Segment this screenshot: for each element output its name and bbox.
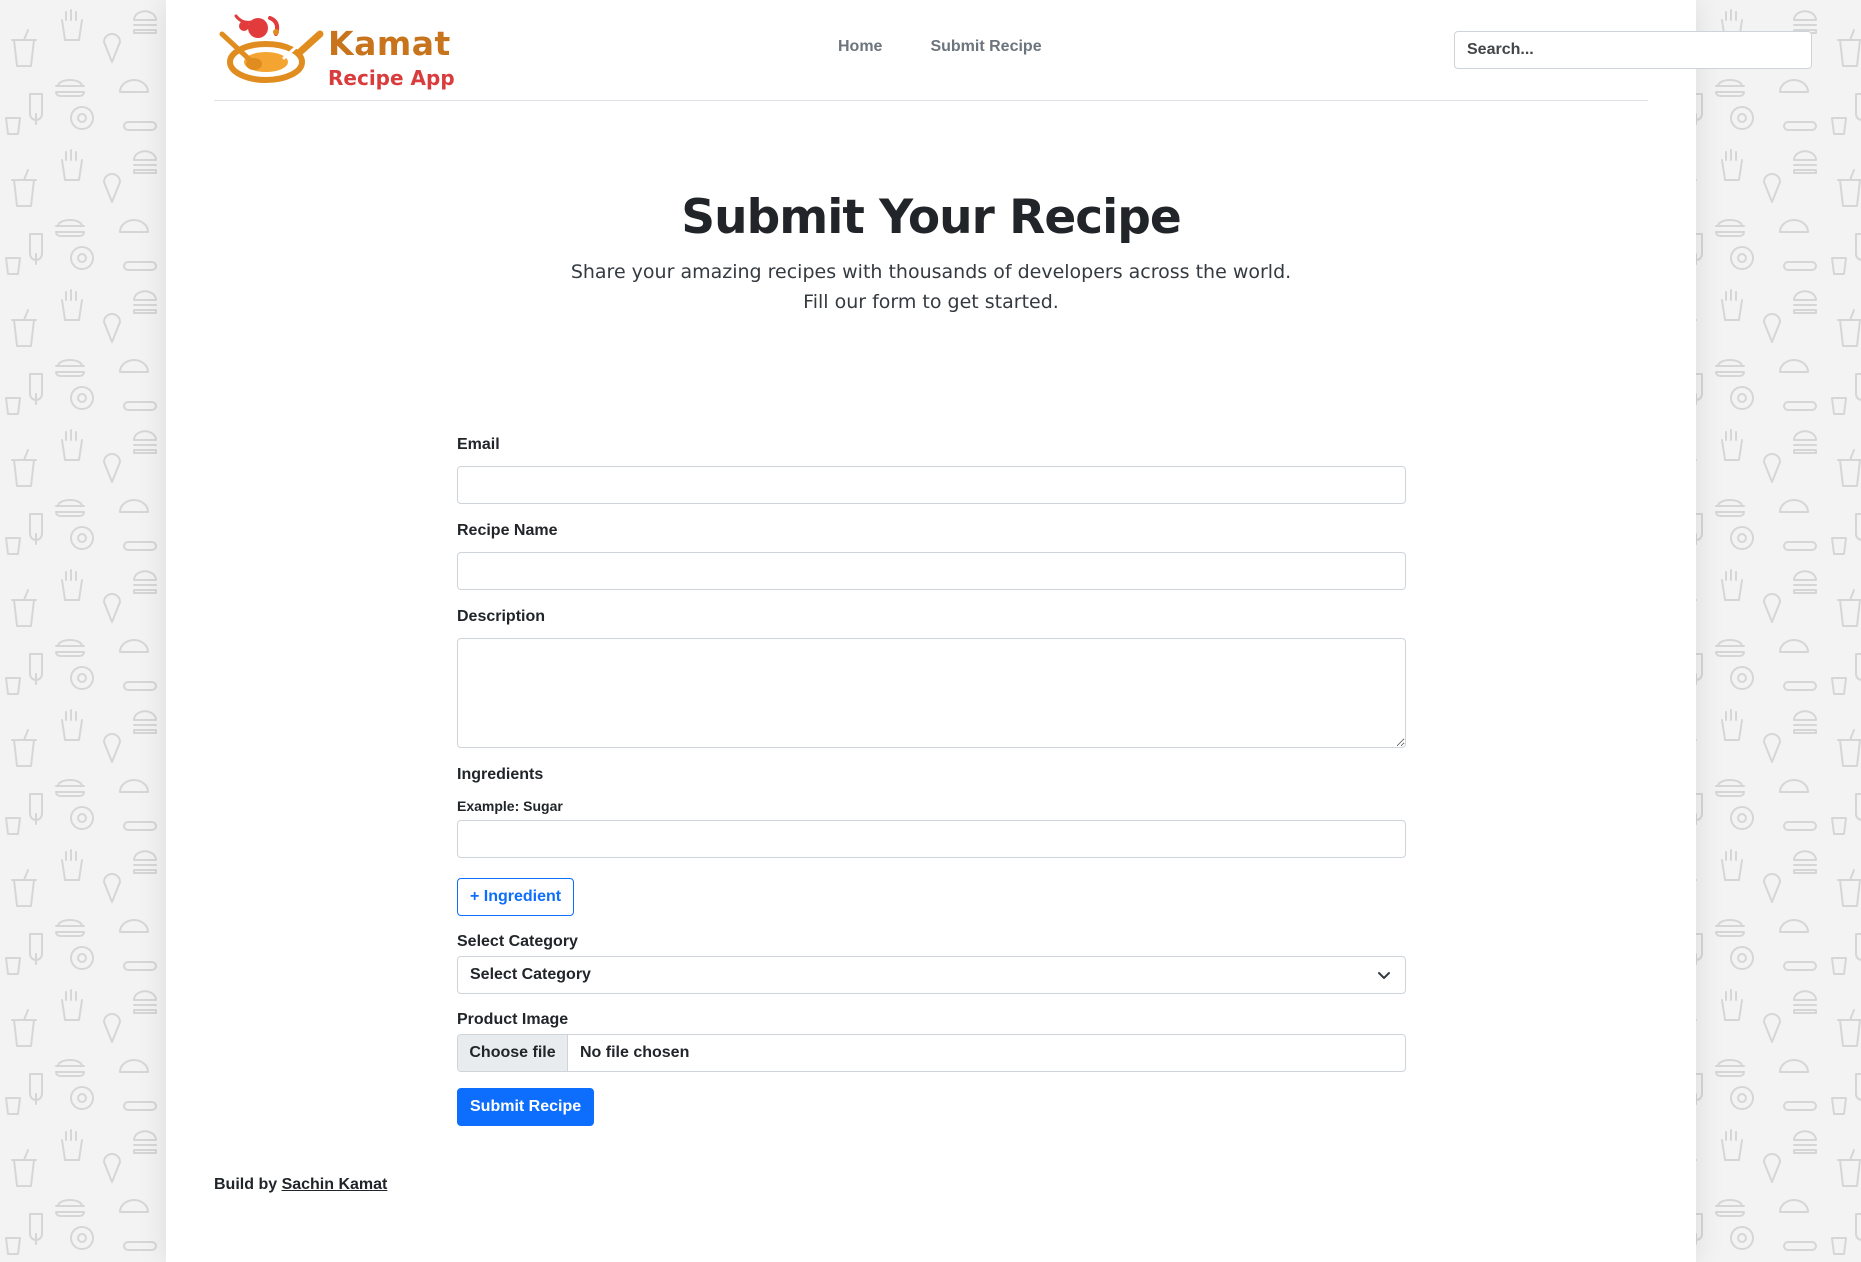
file-status-text: No file chosen: [580, 1044, 690, 1061]
page-container: Kamat Recipe App Home Submit Recipe Subm…: [166, 0, 1812, 1262]
hero-line-2: Fill our form to get started.: [803, 291, 1059, 313]
nav-submit-recipe-link[interactable]: Submit Recipe: [930, 38, 1041, 56]
product-image-label: Product Image: [457, 1011, 569, 1028]
email-label: Email: [457, 436, 500, 453]
brand-title: Kamat: [328, 24, 451, 63]
hero-section: Submit Your Recipe Share your amazing re…: [166, 190, 1696, 317]
description-label: Description: [457, 608, 546, 625]
footer-text: Build by: [214, 1176, 278, 1193]
footer-author-link[interactable]: Sachin Kamat: [282, 1176, 388, 1193]
category-label: Select Category: [457, 933, 578, 950]
ingredient-field[interactable]: [457, 820, 1406, 858]
brand-subtitle: Recipe App: [328, 66, 455, 90]
recipe-name-label: Recipe Name: [457, 522, 558, 539]
description-field[interactable]: [457, 638, 1406, 748]
pan-with-food-icon: [219, 14, 324, 83]
main-nav: Home Submit Recipe: [838, 38, 1042, 56]
recipe-name-field[interactable]: [457, 552, 1406, 590]
chevron-down-icon: [1378, 972, 1390, 979]
site-header: Kamat Recipe App Home Submit Recipe: [214, 0, 1812, 101]
category-select[interactable]: Select Category: [457, 956, 1406, 994]
hero-line-1: Share your amazing recipes with thousand…: [570, 261, 1292, 283]
page-title: Submit Your Recipe: [681, 190, 1181, 245]
choose-file-button[interactable]: Choose file: [458, 1035, 568, 1071]
search-input[interactable]: [1454, 31, 1812, 69]
email-field[interactable]: [457, 466, 1406, 504]
ingredients-label: Ingredients: [457, 766, 544, 783]
category-select-value: Select Category: [470, 966, 591, 983]
add-ingredient-button[interactable]: + Ingredient: [457, 878, 575, 916]
nav-home-link[interactable]: Home: [838, 38, 882, 56]
ingredient-example-label: Example: Sugar: [457, 798, 563, 814]
brand-logo-link[interactable]: Kamat Recipe App: [214, 12, 455, 90]
hero-description: Share your amazing recipes with thousand…: [551, 257, 1311, 317]
submit-recipe-button[interactable]: Submit Recipe: [457, 1088, 595, 1126]
product-image-file-input[interactable]: Choose file No file chosen: [457, 1034, 1406, 1072]
site-footer: Build by Sachin Kamat: [214, 1176, 387, 1194]
